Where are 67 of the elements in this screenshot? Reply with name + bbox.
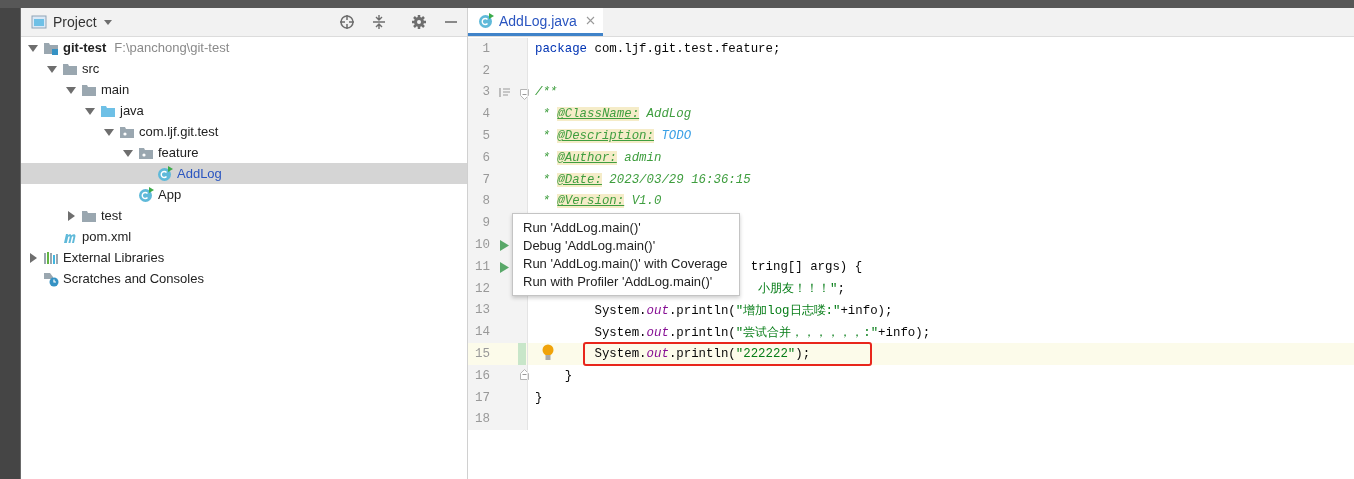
class-icon [478, 12, 494, 29]
code-line: System.out.println("尝试合并，，，，，，:"+info); [594, 324, 931, 341]
close-icon[interactable] [585, 16, 595, 25]
line-number: 13 [474, 303, 490, 318]
code-line: tring[] args) { [750, 259, 863, 274]
tree-item[interactable]: External Libraries [21, 247, 467, 268]
run-icon[interactable] [499, 261, 509, 273]
tree-item[interactable]: main [21, 79, 467, 100]
code-line: * @Author: admin [542, 150, 662, 165]
crosshair-icon[interactable] [339, 14, 355, 30]
path-text: F:\panchong\git-test [114, 40, 230, 55]
line-number: 3 [481, 85, 490, 100]
collapsed-arrow-icon[interactable] [27, 251, 39, 264]
tree-item[interactable]: Scratches and Consoles [21, 268, 467, 289]
code-line: * @Version: V1.0 [542, 194, 662, 209]
tree-item[interactable]: test [21, 205, 467, 226]
line-number: 16 [474, 368, 490, 383]
line-number: 1 [481, 41, 490, 56]
code-line: * @ClassName: AddLog [542, 107, 692, 122]
line-number: 6 [481, 150, 490, 165]
menu-item[interactable]: Run 'AddLog.main()' with Coverage [523, 255, 728, 273]
tree-item[interactable]: feature [21, 142, 467, 163]
code-line: /** [535, 85, 558, 100]
collapse-icon[interactable] [371, 14, 387, 30]
line-number: 9 [481, 216, 490, 231]
code-line: * @Date: 2023/03/29 16:36:15 [542, 172, 751, 187]
settings-icon[interactable] [411, 14, 427, 30]
libraries-icon [43, 249, 59, 266]
scratches-icon [43, 270, 59, 287]
collapsed-arrow-icon[interactable] [65, 209, 77, 222]
line-number: 7 [481, 172, 490, 187]
menu-item[interactable]: Debug 'AddLog.main()' [523, 237, 728, 255]
tree-item[interactable]: AddLog [21, 163, 467, 184]
fold-marker-icon[interactable] [520, 368, 529, 380]
code-line: } [535, 390, 543, 405]
menu-item[interactable]: Run with Profiler 'AddLog.main()' [523, 273, 728, 291]
tree-item[interactable]: git-test F:\panchong\git-test [21, 37, 467, 58]
line-number: 18 [474, 412, 490, 427]
line-number: 14 [474, 325, 490, 340]
class-icon [157, 165, 173, 182]
tree-item[interactable]: src [21, 58, 467, 79]
tree-item[interactable]: com.ljf.git.test [21, 121, 467, 142]
line-number: 10 [474, 238, 490, 253]
tree-item[interactable]: java [21, 100, 467, 121]
code-line: package com.ljf.git.test.feature; [535, 41, 781, 56]
line-number: 12 [474, 281, 490, 296]
window-icon [31, 14, 47, 30]
tree-item[interactable]: pom.xml [21, 226, 467, 247]
line-number: 11 [474, 259, 490, 274]
line-number: 15 [474, 347, 490, 362]
line-number: 4 [481, 107, 490, 122]
panel-title[interactable]: Project [53, 14, 97, 30]
fold-marker-icon[interactable] [520, 88, 529, 100]
run-icon[interactable] [499, 240, 509, 252]
code-line: 小朋友！！！"; [758, 281, 845, 298]
code-line: System.out.println("增加log日志喽:"+info); [594, 302, 893, 319]
code-line: } [564, 368, 573, 383]
menu-item[interactable]: Run 'AddLog.main()' [523, 219, 728, 237]
line-number: 2 [481, 63, 490, 78]
line-number: 8 [481, 194, 490, 209]
line-number: 5 [481, 129, 490, 144]
caret-icon[interactable] [102, 18, 113, 26]
class-icon [138, 186, 154, 203]
line-number: 17 [474, 390, 490, 405]
file-tab[interactable]: AddLog.java [468, 8, 603, 36]
tree-item[interactable]: App [21, 184, 467, 205]
code-line: * @Description: TODO [542, 129, 692, 144]
